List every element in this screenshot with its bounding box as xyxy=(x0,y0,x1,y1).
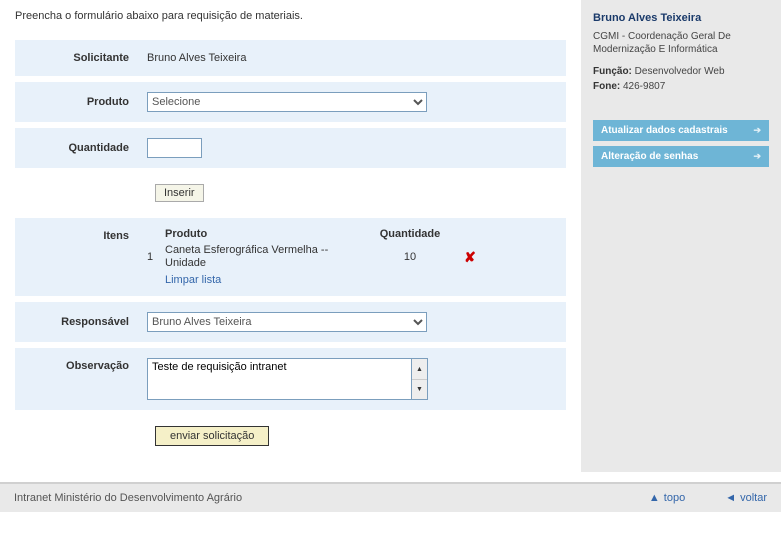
sidebar-user-dept: CGMI - Coordenação Geral De Modernização… xyxy=(593,30,769,56)
row-solicitante: Solicitante Bruno Alves Teixeira xyxy=(15,40,566,76)
select-produto[interactable]: Selecione xyxy=(147,92,427,112)
label-itens: Itens xyxy=(27,228,147,242)
table-row: 1 Caneta Esferográfica Vermelha -- Unida… xyxy=(147,244,554,270)
label-quantidade: Quantidade xyxy=(27,142,147,154)
item-num: 1 xyxy=(147,251,165,263)
btn-enviar-solicitacao[interactable]: enviar solicitação xyxy=(155,426,269,446)
input-quantidade[interactable] xyxy=(147,138,202,158)
arrow-right-icon: ➔ xyxy=(753,151,761,162)
btn-atualizar-dados[interactable]: Atualizar dados cadastrais ➔ xyxy=(593,120,769,141)
arrow-up-icon: ▲ xyxy=(649,492,660,504)
sidebar: Bruno Alves Teixeira CGMI - Coordenação … xyxy=(581,0,781,472)
value-solicitante: Bruno Alves Teixeira xyxy=(147,52,554,64)
sidebar-fone: Fone: 426-9807 xyxy=(593,81,769,92)
row-inserir: Inserir xyxy=(15,174,566,212)
btn-inserir[interactable]: Inserir xyxy=(155,184,204,202)
label-produto: Produto xyxy=(27,96,147,108)
stepper-down-icon[interactable]: ▼ xyxy=(412,380,427,400)
select-responsavel[interactable]: Bruno Alves Teixeira xyxy=(147,312,427,332)
form-intro: Preencha o formulário abaixo para requis… xyxy=(15,10,566,22)
row-produto: Produto Selecione xyxy=(15,82,566,122)
btn-alteracao-senhas[interactable]: Alteração de senhas ➔ xyxy=(593,146,769,167)
row-responsavel: Responsável Bruno Alves Teixeira xyxy=(15,302,566,342)
label-solicitante: Solicitante xyxy=(27,52,147,64)
row-enviar: enviar solicitação xyxy=(15,416,566,456)
sidebar-funcao: Função: Desenvolvedor Web xyxy=(593,66,769,77)
itens-header-produto: Produto xyxy=(165,228,365,240)
label-observacao: Observação xyxy=(27,358,147,372)
link-limpar-lista[interactable]: Limpar lista xyxy=(165,274,221,286)
footer: Intranet Ministério do Desenvolvimento A… xyxy=(0,482,781,512)
link-voltar[interactable]: ◄voltar xyxy=(725,492,767,504)
delete-item-icon[interactable]: ✘ xyxy=(464,249,476,265)
item-quantidade: 10 xyxy=(365,251,455,263)
stepper-up-icon[interactable]: ▲ xyxy=(412,359,427,380)
row-quantidade: Quantidade xyxy=(15,128,566,168)
arrow-right-icon: ➔ xyxy=(753,125,761,136)
label-responsavel: Responsável xyxy=(27,316,147,328)
itens-header: Produto Quantidade xyxy=(147,228,554,240)
row-itens: Itens Produto Quantidade 1 Caneta Esfero… xyxy=(15,218,566,296)
sidebar-user-name: Bruno Alves Teixeira xyxy=(593,12,769,24)
textarea-observacao[interactable]: Teste de requisição intranet xyxy=(147,358,412,400)
arrow-left-icon: ◄ xyxy=(725,492,736,504)
main-content: Preencha o formulário abaixo para requis… xyxy=(0,0,581,472)
row-observacao: Observação Teste de requisição intranet … xyxy=(15,348,566,410)
link-topo[interactable]: ▲topo xyxy=(649,492,685,504)
itens-header-quantidade: Quantidade xyxy=(365,228,455,240)
textarea-stepper: ▲ ▼ xyxy=(412,358,428,400)
footer-text: Intranet Ministério do Desenvolvimento A… xyxy=(14,492,649,504)
item-produto: Caneta Esferográfica Vermelha -- Unidade xyxy=(165,244,365,270)
